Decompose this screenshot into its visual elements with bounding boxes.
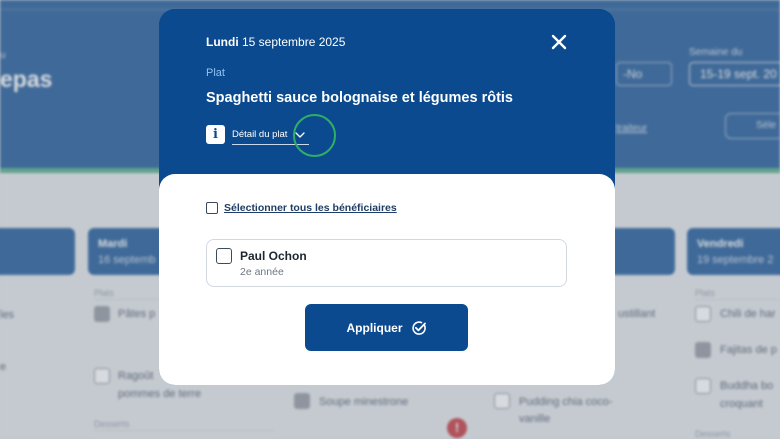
select-all-control[interactable]: Sélectionner tous les bénéficiaires xyxy=(206,202,397,214)
beneficiary-grade: 2e année xyxy=(240,266,284,278)
info-icon: i xyxy=(206,125,225,144)
dish-detail-label: Détail du plat xyxy=(232,129,288,140)
modal-date-text: 15 septembre 2025 xyxy=(242,35,346,49)
apply-label: Appliquer xyxy=(346,320,403,335)
modal-day: Lundi xyxy=(206,35,239,49)
beneficiary-card[interactable]: Paul Ochon 2e année xyxy=(206,239,567,287)
modal-date: Lundi 15 septembre 2025 xyxy=(206,35,345,49)
close-button[interactable] xyxy=(549,32,569,52)
check-circle-icon xyxy=(411,320,426,335)
focus-ring xyxy=(293,114,336,157)
close-icon xyxy=(551,34,567,50)
dish-category: Plat xyxy=(206,67,225,79)
modal-header: Lundi 15 septembre 2025 Plat Spaghetti s… xyxy=(159,9,615,199)
apply-button[interactable]: Appliquer xyxy=(305,304,468,351)
beneficiary-name: Paul Ochon xyxy=(240,249,307,263)
select-all-label[interactable]: Sélectionner tous les bénéficiaires xyxy=(224,202,397,214)
select-all-checkbox[interactable] xyxy=(206,202,218,214)
dish-modal: Lundi 15 septembre 2025 Plat Spaghetti s… xyxy=(159,9,615,385)
modal-body: Sélectionner tous les bénéficiaires Paul… xyxy=(159,174,615,385)
beneficiary-checkbox[interactable] xyxy=(216,248,232,264)
dish-title: Spaghetti sauce bolognaise et légumes rô… xyxy=(206,90,513,106)
